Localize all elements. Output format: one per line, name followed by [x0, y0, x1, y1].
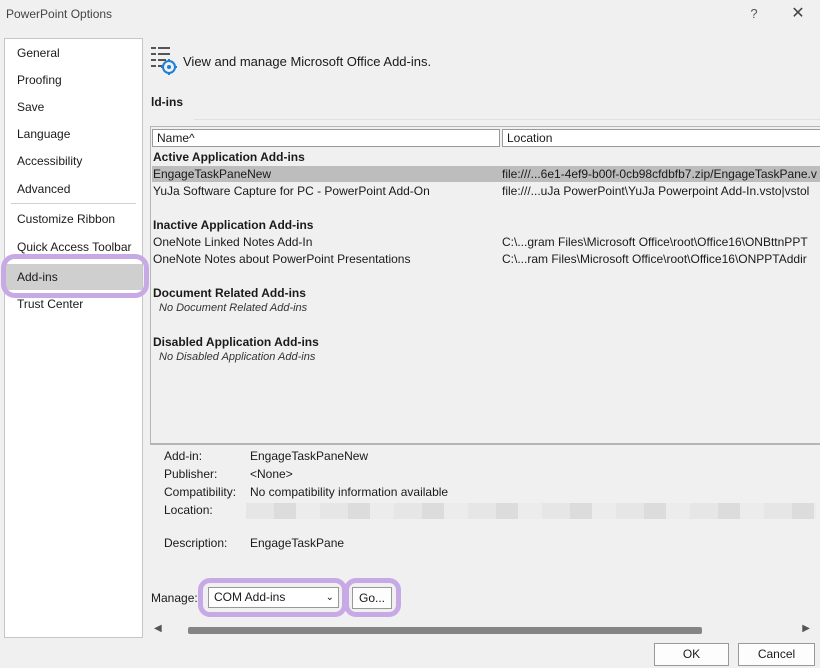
sidebar-item-quick-access-toolbar[interactable]: Quick Access Toolbar: [5, 234, 142, 260]
detail-addin-value: EngageTaskPaneNew: [250, 449, 369, 463]
sidebar-item-advanced[interactable]: Advanced: [5, 176, 142, 202]
go-button[interactable]: Go...: [352, 587, 392, 609]
add-in-details: Add-in: EngageTaskPaneNew Publisher: <No…: [150, 444, 820, 564]
detail-publisher-value: <None>: [250, 467, 293, 481]
ok-button[interactable]: OK: [654, 643, 729, 666]
empty-document-addins: No Document Related Add-ins: [159, 302, 308, 314]
page-heading: View and manage Microsoft Office Add-ins…: [183, 54, 432, 69]
section-label: ld-ins: [151, 95, 183, 109]
detail-addin-label: Add-in:: [164, 449, 203, 463]
detail-description-value: EngageTaskPane: [250, 536, 345, 550]
scroll-right-arrow-icon[interactable]: ▶: [802, 623, 810, 634]
group-header-disabled: Disabled Application Add-ins: [153, 335, 319, 349]
row-location: file:///...uJa PowerPoint\YuJa Powerpoin…: [502, 184, 810, 198]
row-name: EngageTaskPaneNew: [153, 167, 272, 181]
detail-description-label: Description:: [164, 536, 228, 550]
list-row-engagetaskpanenew[interactable]: EngageTaskPaneNew file:///...6e1-4ef9-b0…: [152, 166, 820, 182]
sidebar-item-add-ins[interactable]: Add-ins: [5, 264, 142, 290]
options-sidebar: General Proofing Save Language Accessibi…: [1, 38, 149, 638]
sidebar-item-general[interactable]: General: [5, 40, 142, 66]
horizontal-scrollbar[interactable]: ◀ ▶: [150, 622, 814, 638]
list-row-onenote-linked[interactable]: OneNote Linked Notes Add-In C:\...gram F…: [152, 234, 820, 250]
scroll-left-arrow-icon[interactable]: ◀: [154, 623, 162, 634]
section-divider: [194, 119, 820, 120]
group-header-inactive: Inactive Application Add-ins: [153, 218, 314, 232]
manage-selected-value: COM Add-ins: [214, 590, 286, 604]
sidebar-item-customize-ribbon[interactable]: Customize Ribbon: [5, 206, 142, 232]
row-location: file:///...6e1-4ef9-b00f-0cb98cfdbfb7.zi…: [502, 167, 817, 181]
detail-location-label: Location:: [164, 503, 213, 517]
help-button[interactable]: ?: [744, 4, 764, 24]
manage-label: Manage:: [151, 591, 198, 605]
sidebar-divider: [11, 203, 136, 204]
close-button[interactable]: ✕: [786, 3, 810, 25]
row-name: YuJa Software Capture for PC - PowerPoin…: [153, 184, 430, 198]
detail-publisher-label: Publisher:: [164, 467, 218, 481]
detail-compat-value: No compatibility information available: [250, 485, 449, 499]
sidebar-item-language[interactable]: Language: [5, 121, 142, 147]
list-row-onenote-notes[interactable]: OneNote Notes about PowerPoint Presentat…: [152, 251, 820, 267]
row-name: OneNote Notes about PowerPoint Presentat…: [153, 252, 411, 266]
cancel-button[interactable]: Cancel: [738, 643, 815, 666]
sidebar-item-save[interactable]: Save: [5, 94, 142, 120]
sidebar-item-accessibility[interactable]: Accessibility: [5, 148, 142, 174]
row-location: C:\...ram Files\Microsoft Office\root\Of…: [502, 252, 807, 266]
window-title: PowerPoint Options: [6, 7, 113, 21]
sidebar-item-trust-center[interactable]: Trust Center: [5, 291, 142, 317]
row-name: OneNote Linked Notes Add-In: [153, 235, 313, 249]
chevron-down-icon: ⌄: [325, 592, 334, 603]
row-location: C:\...gram Files\Microsoft Office\root\O…: [502, 235, 808, 249]
sidebar-item-proofing[interactable]: Proofing: [5, 67, 142, 93]
group-header-active: Active Application Add-ins: [153, 150, 305, 164]
detail-compat-label: Compatibility:: [164, 485, 237, 499]
title-bar: PowerPoint Options ? ✕: [0, 0, 820, 28]
column-header-location[interactable]: Location: [502, 129, 820, 147]
add-ins-gear-icon: [150, 44, 178, 76]
column-header-name[interactable]: Name^: [152, 129, 500, 147]
manage-dropdown[interactable]: COM Add-ins ⌄: [208, 587, 339, 608]
scroll-thumb[interactable]: [188, 627, 702, 634]
group-header-document: Document Related Add-ins: [153, 286, 306, 300]
add-ins-list[interactable]: Name^ Location Active Application Add-in…: [150, 126, 820, 444]
location-redacted: [246, 503, 816, 519]
empty-disabled-addins: No Disabled Application Add-ins: [159, 351, 316, 363]
list-row-yuja[interactable]: YuJa Software Capture for PC - PowerPoin…: [152, 183, 820, 199]
